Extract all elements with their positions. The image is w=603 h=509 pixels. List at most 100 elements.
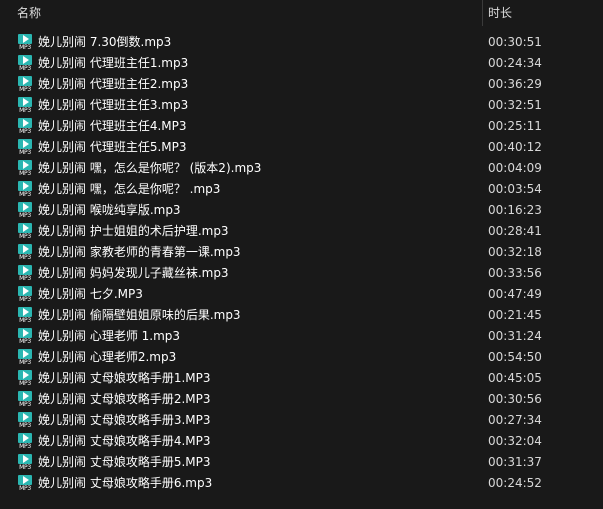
play-icon [23,245,29,253]
mp3-badge-text: MP3 [19,233,31,240]
file-duration: 00:36:29 [488,77,542,91]
file-row[interactable]: MP3 娩儿别闹 家教老师的青春第一课.mp3 00:32:18 [0,242,603,263]
file-row[interactable]: MP3 娩儿别闹 丈母娘攻略手册6.mp3 00:24:52 [0,473,603,494]
mp3-file-icon-box [18,265,32,275]
mp3-file-icon: MP3 [17,433,33,450]
mp3-file-icon-box [18,244,32,254]
file-row[interactable]: MP3 娩儿别闹 丈母娘攻略手册1.MP3 00:45:05 [0,368,603,389]
file-duration: 00:54:50 [488,350,542,364]
file-row[interactable]: MP3 娩儿别闹 代理班主任3.mp3 00:32:51 [0,95,603,116]
file-name: 娩儿别闹 代理班主任4.MP3 [38,119,187,133]
mp3-file-icon: MP3 [17,97,33,114]
mp3-file-icon-box [18,328,32,338]
mp3-file-icon: MP3 [17,370,33,387]
mp3-badge-text: MP3 [19,191,31,198]
file-row[interactable]: MP3 娩儿别闹 代理班主任5.MP3 00:40:12 [0,137,603,158]
play-icon [23,413,29,421]
file-row[interactable]: MP3 娩儿别闹 心理老师 1.mp3 00:31:24 [0,326,603,347]
file-row[interactable]: MP3 娩儿别闹 喉咙纯享版.mp3 00:16:23 [0,200,603,221]
mp3-file-icon-box [18,118,32,128]
file-row[interactable]: MP3 娩儿别闹 丈母娘攻略手册4.MP3 00:32:04 [0,431,603,452]
file-row[interactable]: MP3 娩儿别闹 代理班主任4.MP3 00:25:11 [0,116,603,137]
mp3-file-icon-box [18,433,32,443]
file-row[interactable]: MP3 娩儿别闹 丈母娘攻略手册3.MP3 00:27:34 [0,410,603,431]
mp3-file-icon: MP3 [17,328,33,345]
mp3-badge-text: MP3 [19,212,31,219]
play-icon [23,392,29,400]
mp3-badge-text: MP3 [19,317,31,324]
file-row[interactable]: MP3 娩儿别闹 心理老师2.mp3 00:54:50 [0,347,603,368]
play-icon [23,350,29,358]
mp3-file-icon-box [18,76,32,86]
file-name: 娩儿别闹 喉咙纯享版.mp3 [38,203,181,217]
mp3-badge-text: MP3 [19,86,31,93]
play-icon [23,140,29,148]
file-row[interactable]: MP3 娩儿别闹 丈母娘攻略手册5.MP3 00:31:37 [0,452,603,473]
mp3-badge-text: MP3 [19,107,31,114]
file-name: 娩儿别闹 护士姐姐的术后护理.mp3 [38,224,229,238]
column-header-duration[interactable]: 时长 [488,0,512,28]
mp3-badge-text: MP3 [19,254,31,261]
mp3-file-icon: MP3 [17,118,33,135]
file-row[interactable]: MP3 娩儿别闹 丈母娘攻略手册2.MP3 00:30:56 [0,389,603,410]
mp3-file-icon-box [18,160,32,170]
file-name: 娩儿别闹 妈妈发现儿子藏丝袜.mp3 [38,266,229,280]
file-name: 娩儿别闹 心理老师 1.mp3 [38,329,181,343]
mp3-badge-text: MP3 [19,485,31,492]
file-duration: 00:31:37 [488,455,542,469]
file-duration: 00:33:56 [488,266,542,280]
file-duration: 00:30:56 [488,392,542,406]
play-icon [23,56,29,64]
mp3-badge-text: MP3 [19,128,31,135]
play-icon [23,77,29,85]
mp3-badge-text: MP3 [19,296,31,303]
play-icon [23,434,29,442]
mp3-file-icon-box [18,286,32,296]
mp3-file-icon: MP3 [17,76,33,93]
file-row[interactable]: MP3 娩儿别闹 嘿，怎么是你呢？ (版本2).mp3 00:04:09 [0,158,603,179]
mp3-file-icon: MP3 [17,244,33,261]
mp3-file-icon: MP3 [17,475,33,492]
mp3-file-icon-box [18,181,32,191]
column-header-bar: 名称 ^ 时长 [0,0,603,28]
file-list-pane: 名称 ^ 时长 MP3 娩儿别闹 7.30倒数.mp3 00:30:51 MP3 娩儿别… [0,0,603,509]
file-row[interactable]: MP3 娩儿别闹 7.30倒数.mp3 00:30:51 [0,32,603,53]
file-row[interactable]: MP3 娩儿别闹 偷隔壁姐姐原味的后果.mp3 00:21:45 [0,305,603,326]
file-duration: 00:03:54 [488,182,542,196]
file-row[interactable]: MP3 娩儿别闹 护士姐姐的术后护理.mp3 00:28:41 [0,221,603,242]
play-icon [23,371,29,379]
file-duration: 00:25:11 [488,119,542,133]
file-row[interactable]: MP3 娩儿别闹 七夕.MP3 00:47:49 [0,284,603,305]
file-row[interactable]: MP3 娩儿别闹 代理班主任1.mp3 00:24:34 [0,53,603,74]
file-name: 娩儿别闹 丈母娘攻略手册2.MP3 [38,392,211,406]
file-name: 娩儿别闹 心理老师2.mp3 [38,350,177,364]
mp3-badge-text: MP3 [19,422,31,429]
mp3-file-icon: MP3 [17,181,33,198]
file-row[interactable]: MP3 娩儿别闹 嘿，怎么是你呢？ .mp3 00:03:54 [0,179,603,200]
mp3-badge-text: MP3 [19,359,31,366]
mp3-file-icon: MP3 [17,391,33,408]
column-divider[interactable] [482,0,483,26]
file-duration: 00:04:09 [488,161,542,175]
sort-indicator-icon: ^ [240,0,248,6]
column-header-name[interactable]: 名称 [17,0,41,28]
play-icon [23,119,29,127]
mp3-file-icon: MP3 [17,349,33,366]
file-duration: 00:28:41 [488,224,542,238]
file-row[interactable]: MP3 娩儿别闹 代理班主任2.mp3 00:36:29 [0,74,603,95]
play-icon [23,287,29,295]
mp3-badge-text: MP3 [19,464,31,471]
file-duration: 00:27:34 [488,413,542,427]
play-icon [23,476,29,484]
mp3-file-icon-box [18,97,32,107]
file-duration: 00:45:05 [488,371,542,385]
play-icon [23,203,29,211]
file-duration: 00:31:24 [488,329,542,343]
file-row[interactable]: MP3 娩儿别闹 妈妈发现儿子藏丝袜.mp3 00:33:56 [0,263,603,284]
mp3-file-icon: MP3 [17,34,33,51]
mp3-badge-text: MP3 [19,44,31,51]
mp3-file-icon: MP3 [17,139,33,156]
mp3-file-icon-box [18,412,32,422]
play-icon [23,35,29,43]
mp3-file-icon: MP3 [17,265,33,282]
